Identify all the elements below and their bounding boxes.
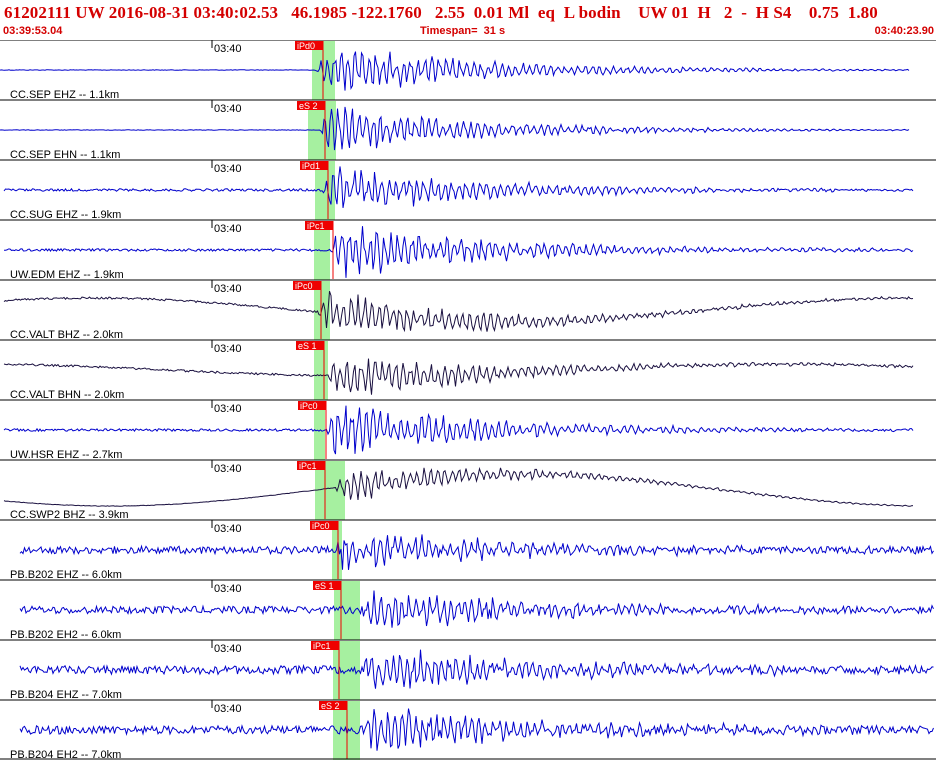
event-summary-title: 61202111 UW 2016-08-31 03:40:02.53 46.19… [4,3,878,22]
station-label: UW.HSR EHZ -- 2.7km [10,449,122,461]
trace-row: 03:40 iPc0 CC.VALT BHZ -- 2.0km [0,279,936,341]
time-tick-label: 03:40 [214,403,242,415]
station-label: CC.SUG EHZ -- 1.9km [10,209,121,221]
station-label: CC.SEP EHN -- 1.1km [10,149,120,161]
waveform [19,534,934,570]
end-time-label: 03:40:23.90 [874,25,934,37]
waveform [0,106,910,151]
trace-row: 03:40 iPc1 PB.B204 EHZ -- 7.0km [0,639,936,701]
trace-row: 03:40 eS 1 CC.VALT BHN -- 2.0km [0,339,936,401]
trace-row: 03:40 eS 2 CC.SEP EHN -- 1.1km [0,99,936,161]
pick-label: eS 2 [321,701,340,711]
time-tick-label: 03:40 [214,523,242,535]
time-tick-label: 03:40 [214,163,242,175]
pick-label: iPc0 [300,401,318,411]
time-tick-label: 03:40 [214,223,242,235]
pick-label: iPc1 [307,221,325,231]
time-tick-label: 03:40 [214,283,242,295]
trace-row: 03:40 eS 2 PB.B204 EH2 -- 7.0km [0,699,936,760]
station-label: PB.B202 EH2 -- 6.0km [10,629,121,641]
pick-label: eS 1 [298,341,317,351]
time-tick-label: 03:40 [214,583,242,595]
station-label: CC.SWP2 BHZ -- 3.9km [10,509,129,521]
waveform [0,51,910,91]
trace-row: 03:40 iPc1 UW.EDM EHZ -- 1.9km [0,219,936,281]
waveform [3,291,914,333]
pick-label: iPd1 [302,161,320,171]
pick-label: iPc0 [295,281,313,291]
station-label: CC.SEP EHZ -- 1.1km [10,89,119,101]
pick-label: eS 1 [315,581,334,591]
time-tick-label: 03:40 [214,343,242,355]
start-time-label: 03:39:53.04 [3,25,63,37]
pick-label: iPc1 [313,641,331,651]
waveform [3,226,914,278]
station-label: PB.B202 EHZ -- 6.0km [10,569,122,581]
pick-label: iPc0 [312,521,330,531]
station-label: CC.VALT BHN -- 2.0km [10,389,124,401]
trace-row: 03:40 iPc1 CC.SWP2 BHZ -- 3.9km [0,459,936,521]
time-tick-label: 03:40 [214,703,242,715]
waveform [19,590,934,628]
time-tick-label: 03:40 [214,103,242,115]
pick-label: iPd0 [297,41,315,51]
time-tick-label: 03:40 [214,463,242,475]
trace-row: 03:40 iPd1 CC.SUG EHZ -- 1.9km [0,159,936,221]
waveform [3,358,914,395]
trace-row: 03:40 iPc0 UW.HSR EHZ -- 2.7km [0,399,936,461]
waveform [19,649,934,689]
trace-row: 03:40 iPc0 PB.B202 EHZ -- 6.0km [0,519,936,581]
waveform [3,405,914,455]
trace-row: 03:40 eS 1 PB.B202 EH2 -- 6.0km [0,579,936,641]
waveform [19,708,934,751]
waveform [3,466,914,507]
station-label: PB.B204 EH2 -- 7.0km [10,749,121,760]
timespan-label: Timespan= 31 s [420,25,506,37]
station-label: PB.B204 EHZ -- 7.0km [10,689,122,701]
pick-label: iPc1 [299,461,317,471]
waveform [3,166,914,208]
pick-label: eS 2 [299,101,318,111]
station-label: UW.EDM EHZ -- 1.9km [10,269,124,281]
event-header: 61202111 UW 2016-08-31 03:40:02.53 46.19… [0,0,936,40]
time-tick-label: 03:40 [214,43,242,55]
time-tick-label: 03:40 [214,643,242,655]
seismogram-panel[interactable]: 03:40 iPd0 CC.SEP EHZ -- 1.1km 03:40 eS 2 CC.… [0,40,936,760]
station-label: CC.VALT BHZ -- 2.0km [10,329,123,341]
trace-row: 03:40 iPd0 CC.SEP EHZ -- 1.1km [0,40,936,101]
